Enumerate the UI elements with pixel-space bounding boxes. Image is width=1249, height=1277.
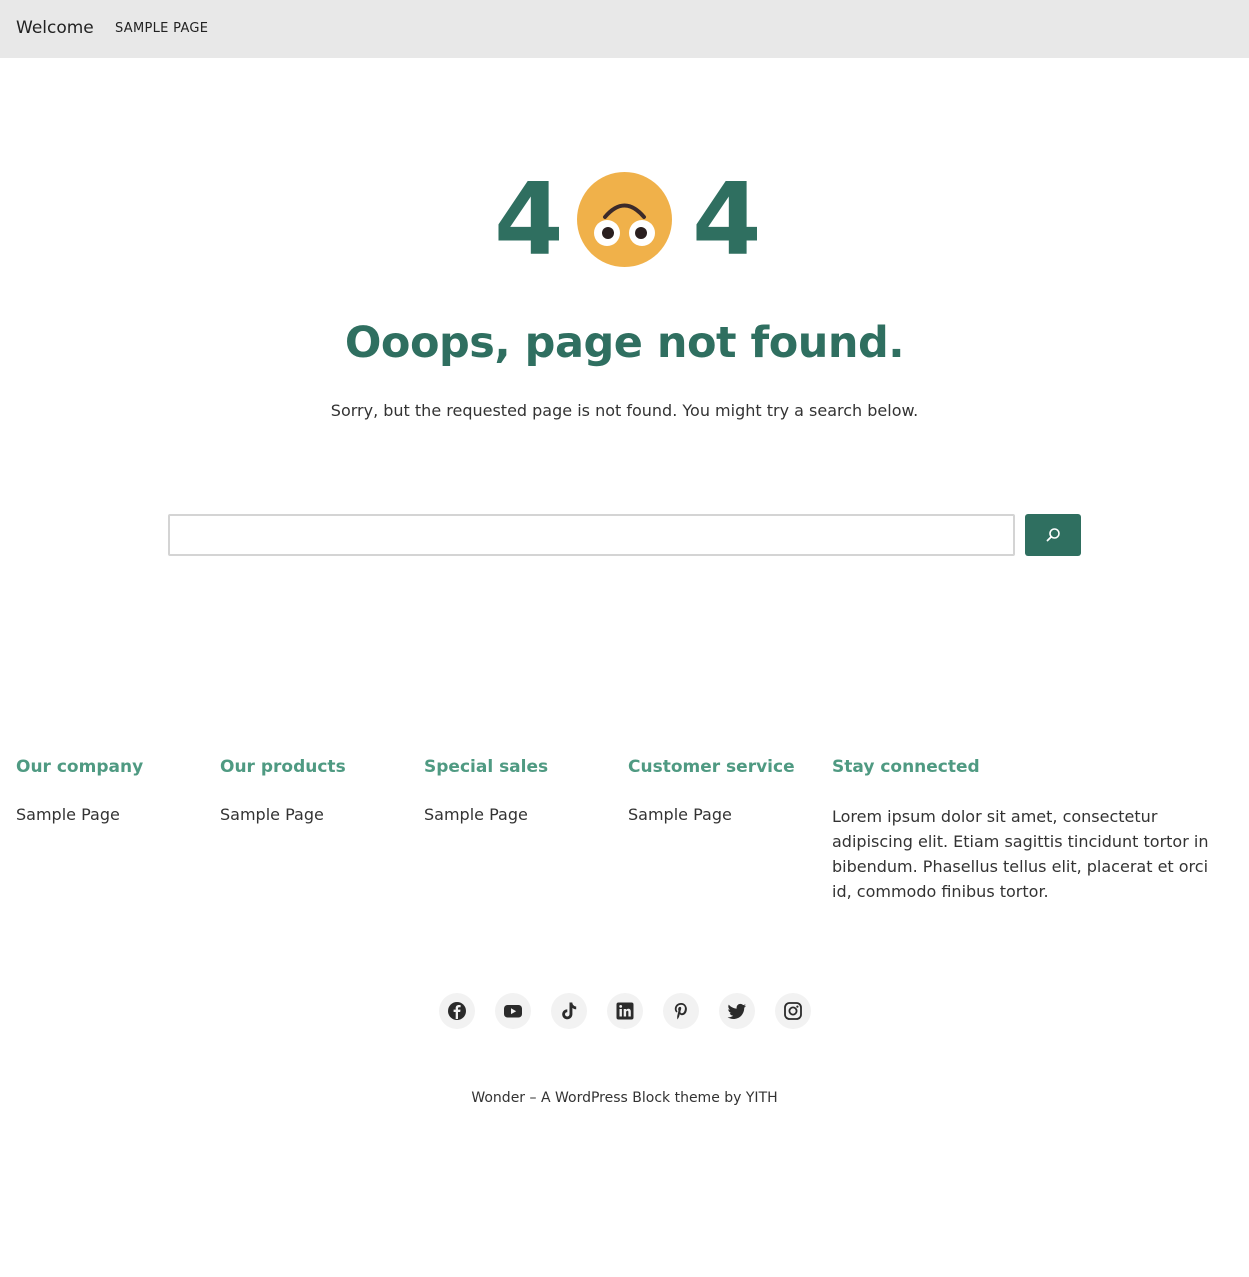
footer-link-sample-page[interactable]: Sample Page xyxy=(16,805,143,824)
footer-about-text: Lorem ipsum dolor sit amet, consectetur … xyxy=(832,807,1209,901)
pinterest-icon xyxy=(674,1003,687,1020)
footer-link-sample-page[interactable]: Sample Page xyxy=(424,805,548,824)
footer-heading: Stay connected xyxy=(832,757,980,777)
footer-column-customer-service: Customer service Sample Page xyxy=(628,757,795,824)
social-link-twitter[interactable] xyxy=(719,993,755,1029)
social-link-tiktok[interactable] xyxy=(551,993,587,1029)
page-title: Ooops, page not found. xyxy=(344,318,905,368)
footer-column-stay-connected: Stay connected Lorem ipsum dolor sit ame… xyxy=(832,757,1232,904)
instagram-icon xyxy=(784,1002,802,1020)
nav-item-sample-page[interactable]: SAMPLE PAGE xyxy=(115,21,208,36)
footer-heading: Customer service xyxy=(628,757,795,777)
search-input[interactable] xyxy=(168,514,1015,556)
digit-four-right: 4 xyxy=(692,161,762,278)
footer-link-sample-page[interactable]: Sample Page xyxy=(220,805,346,824)
footer-heading: Our company xyxy=(16,757,144,777)
site-title-link[interactable]: Welcome xyxy=(16,18,94,38)
social-link-linkedin[interactable] xyxy=(607,993,643,1029)
social-link-facebook[interactable] xyxy=(439,993,475,1029)
footer-heading: Our products xyxy=(220,757,346,777)
twitter-icon xyxy=(727,1003,746,1019)
error-404-graphic: 4 4 xyxy=(0,160,1249,280)
facebook-icon xyxy=(448,1002,466,1020)
footer-column-our-company: Our company Sample Page xyxy=(16,757,143,824)
footer-heading: Special sales xyxy=(424,757,549,777)
site-header: Welcome SAMPLE PAGE xyxy=(0,0,1249,58)
tiktok-icon xyxy=(562,1002,577,1020)
footer-column-our-products: Our products Sample Page xyxy=(220,757,346,824)
search-button[interactable] xyxy=(1025,514,1081,556)
social-link-instagram[interactable] xyxy=(775,993,811,1029)
error-message: Sorry, but the requested page is not fou… xyxy=(330,401,919,420)
social-link-youtube[interactable] xyxy=(495,993,531,1029)
linkedin-icon xyxy=(616,1002,634,1020)
youtube-icon xyxy=(504,1005,522,1018)
social-link-pinterest[interactable] xyxy=(663,993,699,1029)
footer-link-sample-page[interactable]: Sample Page xyxy=(628,805,795,824)
footer-credit: Wonder – A WordPress Block theme by YITH xyxy=(471,1090,778,1106)
digit-four-left: 4 xyxy=(494,161,564,278)
footer-column-special-sales: Special sales Sample Page xyxy=(424,757,548,824)
search-icon xyxy=(1046,528,1060,542)
upside-down-face-icon xyxy=(577,172,672,267)
